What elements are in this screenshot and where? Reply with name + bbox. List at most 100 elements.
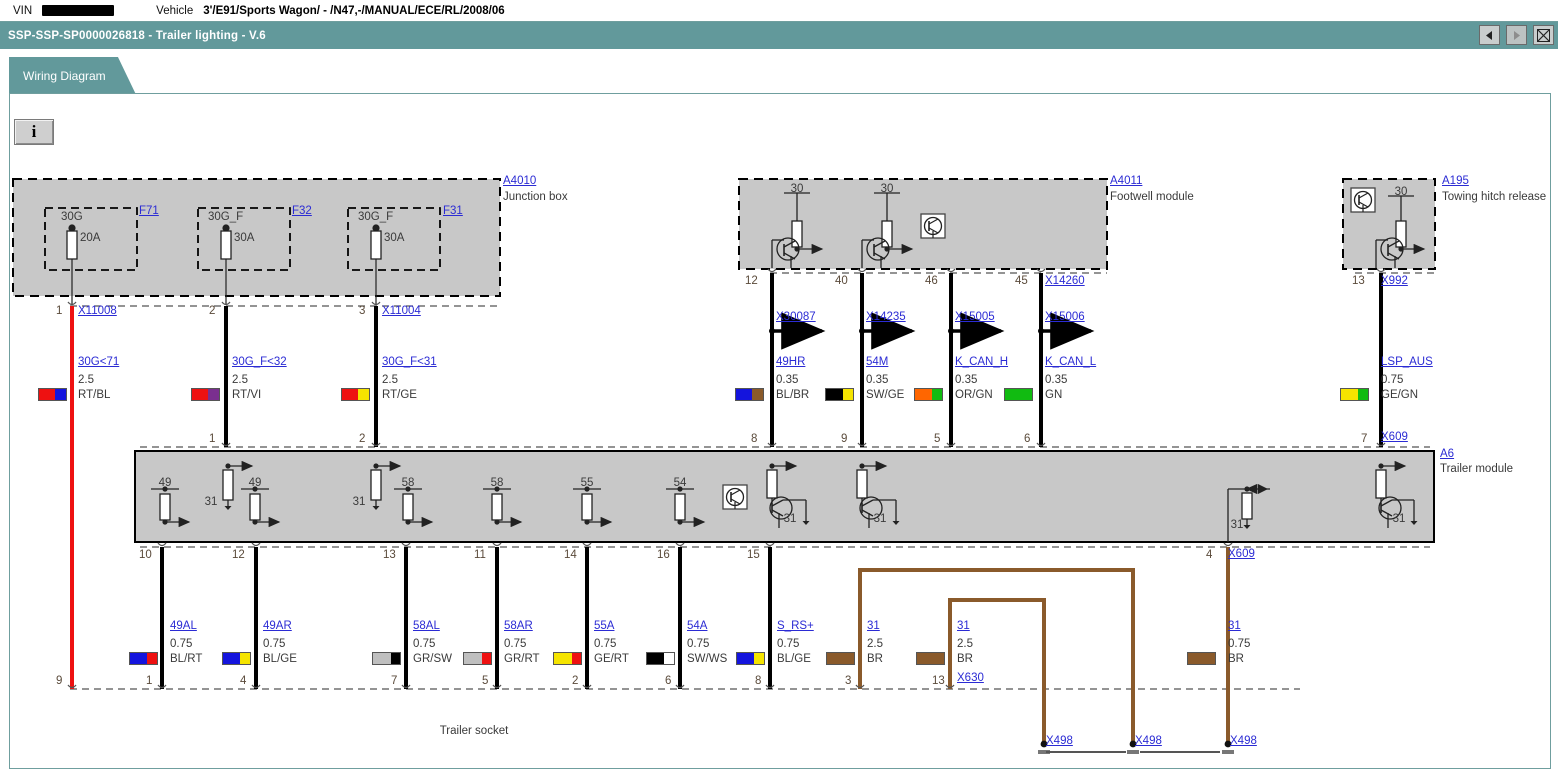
wire-name-54a[interactable]: 54A xyxy=(687,620,707,633)
internal-label-49-b: 49 xyxy=(248,477,262,489)
module-top-pin-7: 7 xyxy=(1361,433,1368,445)
connector-x609-bottom[interactable]: X609 xyxy=(1228,548,1255,561)
module-code-a4011[interactable]: A4011 xyxy=(1110,175,1142,188)
wire-swatch-kcanh xyxy=(914,388,943,401)
socket-pin-6: 6 xyxy=(665,675,672,687)
module-top-pin-5: 5 xyxy=(934,433,941,445)
wire-swatch-55a xyxy=(553,652,582,665)
socket-pin-9: 9 xyxy=(56,675,63,687)
wire-name-30gf32[interactable]: 30G_F<32 xyxy=(232,356,287,369)
wiring-diagram-app: VIN Vehicle 3'/E91/Sports Wagon/ - /N47,… xyxy=(0,0,1558,779)
fuse-ref-f71[interactable]: F71 xyxy=(139,205,159,218)
wire-size-55a: 0.75 xyxy=(594,638,617,650)
internal-label-31-e: 31 xyxy=(1230,519,1244,531)
info-icon: i xyxy=(31,122,37,141)
wire-colors-54a: SW/WS xyxy=(687,653,728,665)
close-button[interactable] xyxy=(1533,25,1554,45)
wire-swatch-58ar xyxy=(463,652,492,665)
document-title-bar: SSP-SSP-SP0000026818 - Trailer lighting … xyxy=(0,22,1558,49)
ground-label-x498-a[interactable]: X498 xyxy=(1046,735,1073,748)
wire-swatch-49al xyxy=(129,652,158,665)
wire-swatch-49hr xyxy=(735,388,764,401)
internal-label-31-d: 31 xyxy=(873,513,887,525)
wire-name-31-b[interactable]: 31 xyxy=(957,620,970,633)
internal-label-31-f: 31 xyxy=(1392,513,1406,525)
wire-name-49al[interactable]: 49AL xyxy=(170,620,197,633)
connector-x15006[interactable]: X15006 xyxy=(1045,311,1085,324)
module-code-a4010[interactable]: A4010 xyxy=(503,175,536,188)
wire-size-49hr: 0.35 xyxy=(776,374,799,386)
wire-size-49al: 0.75 xyxy=(170,638,193,650)
wire-name-58ar[interactable]: 58AR xyxy=(504,620,533,633)
wire-name-54m[interactable]: 54M xyxy=(866,356,888,369)
module-bot-pin-15: 15 xyxy=(747,549,760,561)
connector-x30087[interactable]: X30087 xyxy=(776,311,816,324)
wire-colors-58ar: GR/RT xyxy=(504,653,540,665)
triangle-right-icon xyxy=(1514,30,1520,40)
info-button[interactable]: i xyxy=(14,119,54,145)
wire-size-31-a: 2.5 xyxy=(867,638,883,650)
connector-x609-top[interactable]: X609 xyxy=(1381,431,1408,444)
module-bot-pin-11: 11 xyxy=(474,549,486,561)
module-code-a195[interactable]: A195 xyxy=(1442,175,1469,188)
socket-pin-7: 7 xyxy=(391,675,398,687)
connector-x11008[interactable]: X11008 xyxy=(78,305,117,318)
wire-name-49hr[interactable]: 49HR xyxy=(776,356,805,369)
connector-x15005[interactable]: X15005 xyxy=(955,311,995,324)
internal-label-49-a: 49 xyxy=(158,477,172,489)
connector-x992[interactable]: X992 xyxy=(1381,275,1408,288)
diagram-panel xyxy=(9,93,1551,769)
pin-label-fw-46: 46 xyxy=(925,275,938,287)
wire-name-srs[interactable]: S_RS+ xyxy=(777,620,814,633)
internal-label-54: 54 xyxy=(673,477,687,489)
module-top-pin-1: 1 xyxy=(209,433,216,445)
wire-swatch-54a xyxy=(646,652,675,665)
vin-value-redacted xyxy=(42,5,115,16)
wire-size-kcanh: 0.35 xyxy=(955,374,978,386)
back-button[interactable] xyxy=(1479,25,1500,45)
wire-name-kcanh[interactable]: K_CAN_H xyxy=(955,356,1008,369)
pin-label-jb-2: 2 xyxy=(209,305,216,317)
wire-swatch-31-c xyxy=(1187,652,1216,665)
wire-swatch-srs xyxy=(736,652,765,665)
trailer-socket-label: Trailer socket xyxy=(439,725,509,737)
wire-name-31-c[interactable]: 31 xyxy=(1228,620,1241,633)
wire-name-49ar[interactable]: 49AR xyxy=(263,620,292,633)
socket-pin-5: 5 xyxy=(482,675,489,687)
module-bot-pin-10: 10 xyxy=(139,549,152,561)
wire-swatch-kcanl xyxy=(1004,388,1033,401)
fuse-circuit-f31: 30G_F xyxy=(358,211,394,223)
wire-name-58al[interactable]: 58AL xyxy=(413,620,440,633)
wire-name-55a[interactable]: 55A xyxy=(594,620,614,633)
fuse-ref-f31[interactable]: F31 xyxy=(443,205,463,218)
ground-label-x498-c[interactable]: X498 xyxy=(1230,735,1257,748)
wire-name-lspaus[interactable]: LSP_AUS xyxy=(1381,356,1433,369)
wire-name-30gf31[interactable]: 30G_F<31 xyxy=(382,356,437,369)
socket-pin-4: 4 xyxy=(240,675,247,687)
supply-label-30-b: 30 xyxy=(880,183,894,195)
wire-colors-31-c: BR xyxy=(1228,653,1244,665)
wire-colors-54m: SW/GE xyxy=(866,389,905,401)
module-bot-pin-13: 13 xyxy=(383,549,396,561)
connector-x630[interactable]: X630 xyxy=(957,672,984,685)
module-bot-pin-4: 4 xyxy=(1206,549,1213,561)
fuse-rating-f71: 20A xyxy=(80,232,101,244)
module-code-a6[interactable]: A6 xyxy=(1440,448,1454,461)
wire-size-58ar: 0.75 xyxy=(504,638,527,650)
fuse-rating-f32: 30A xyxy=(234,232,255,244)
wire-name-kcanl[interactable]: K_CAN_L xyxy=(1045,356,1096,369)
ground-label-x498-b[interactable]: X498 xyxy=(1135,735,1162,748)
connector-x14235[interactable]: X14235 xyxy=(866,311,906,324)
forward-button[interactable] xyxy=(1506,25,1527,45)
module-name-a4010: Junction box xyxy=(503,191,568,203)
wire-size-kcanl: 0.35 xyxy=(1045,374,1068,386)
connector-x14260[interactable]: X14260 xyxy=(1045,275,1085,288)
supply-label-30-c: 30 xyxy=(1394,186,1408,198)
fuse-rating-f31: 30A xyxy=(384,232,405,244)
wire-name-30g71[interactable]: 30G<71 xyxy=(78,356,119,369)
wire-name-31-a[interactable]: 31 xyxy=(867,620,880,633)
tab-wiring-diagram[interactable]: Wiring Diagram xyxy=(9,57,136,94)
fuse-ref-f32[interactable]: F32 xyxy=(292,205,312,218)
connector-x11004[interactable]: X11004 xyxy=(382,305,421,318)
socket-pin-13: 13 xyxy=(932,675,945,687)
